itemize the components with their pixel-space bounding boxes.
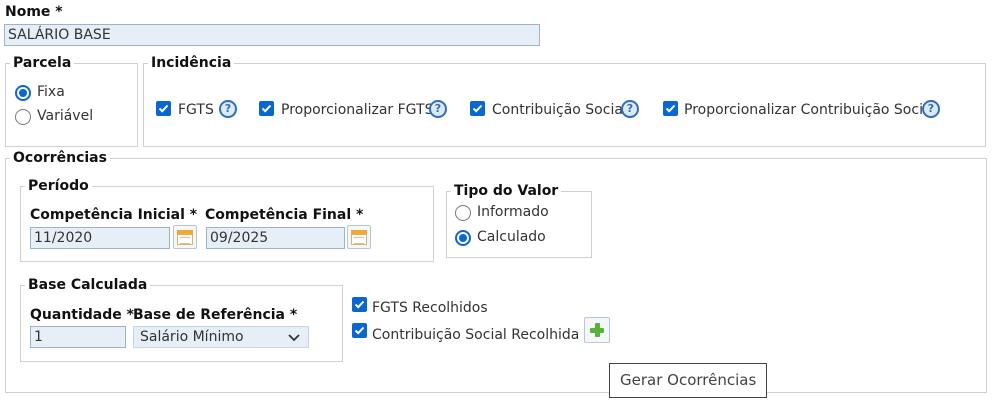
- base-calculada-legend: Base Calculada: [28, 277, 148, 293]
- contribuicao-social-recolhida-checkbox[interactable]: [352, 323, 367, 338]
- base-referencia-value: Salário Mínimo: [140, 329, 244, 345]
- parcela-variavel-radio[interactable]: [15, 109, 31, 125]
- fgts-recolhidos-label: FGTS Recolhidos: [372, 300, 488, 316]
- tipo-valor-fieldset: Tipo do Valor: [446, 183, 592, 258]
- competencia-final-calendar-icon[interactable]: [347, 225, 371, 249]
- parcela-variavel-label: Variável: [37, 108, 94, 124]
- fgts-label: FGTS: [178, 102, 214, 118]
- contribuicao-social-label: Contribuição Social: [492, 102, 627, 118]
- proporcionalizar-contribuicao-social-label: Proporcionalizar Contribuição Social: [684, 102, 936, 118]
- tipo-valor-calculado-label: Calculado: [477, 229, 546, 245]
- contribuicao-social-help-icon[interactable]: ?: [621, 100, 639, 118]
- base-referencia-select[interactable]: Salário Mínimo: [133, 326, 309, 348]
- proporcionalizar-contribuicao-social-help-icon[interactable]: ?: [922, 100, 940, 118]
- parcela-fixa-label: Fixa: [37, 84, 65, 100]
- base-referencia-label: Base de Referência *: [133, 307, 298, 323]
- fgts-recolhidos-checkbox[interactable]: [352, 297, 367, 312]
- tipo-valor-informado-radio[interactable]: [455, 205, 471, 221]
- competencia-final-input[interactable]: 09/2025: [206, 227, 345, 249]
- fgts-checkbox[interactable]: [156, 101, 171, 116]
- parcela-legend: Parcela: [13, 55, 72, 71]
- periodo-legend: Período: [28, 178, 89, 194]
- nome-input[interactable]: SALÁRIO BASE: [4, 24, 540, 46]
- quantidade-input[interactable]: 1: [30, 326, 126, 348]
- competencia-inicial-calendar-icon[interactable]: [173, 225, 197, 249]
- incidencia-legend: Incidência: [151, 55, 232, 71]
- proporcionalizar-fgts-checkbox[interactable]: [259, 101, 274, 116]
- nome-label: Nome *: [5, 4, 63, 20]
- proporcionalizar-contribuicao-social-checkbox[interactable]: [663, 101, 678, 116]
- tipo-valor-informado-label: Informado: [477, 204, 549, 220]
- contribuicao-social-checkbox[interactable]: [470, 101, 485, 116]
- tipo-valor-calculado-radio[interactable]: [455, 230, 471, 246]
- competencia-final-label: Competência Final *: [205, 207, 364, 223]
- tipo-valor-legend: Tipo do Valor: [454, 183, 559, 199]
- parcela-fieldset: Parcela: [5, 55, 138, 147]
- ocorrencias-legend: Ocorrências: [13, 150, 107, 166]
- fgts-help-icon[interactable]: ?: [219, 100, 237, 118]
- proporcionalizar-fgts-help-icon[interactable]: ?: [429, 100, 447, 118]
- gerar-ocorrencias-tooltip: Gerar Ocorrências: [609, 363, 768, 398]
- proporcionalizar-fgts-label: Proporcionalizar FGTS: [281, 102, 434, 118]
- competencia-inicial-label: Competência Inicial *: [30, 207, 198, 223]
- contribuicao-social-recolhida-label: Contribuição Social Recolhida: [372, 327, 580, 343]
- parcela-fixa-radio[interactable]: [15, 85, 31, 101]
- quantidade-label: Quantidade *: [30, 307, 134, 323]
- competencia-inicial-input[interactable]: 11/2020: [30, 227, 170, 249]
- chevron-down-icon: [288, 329, 300, 350]
- gerar-ocorrencias-button[interactable]: [584, 317, 610, 343]
